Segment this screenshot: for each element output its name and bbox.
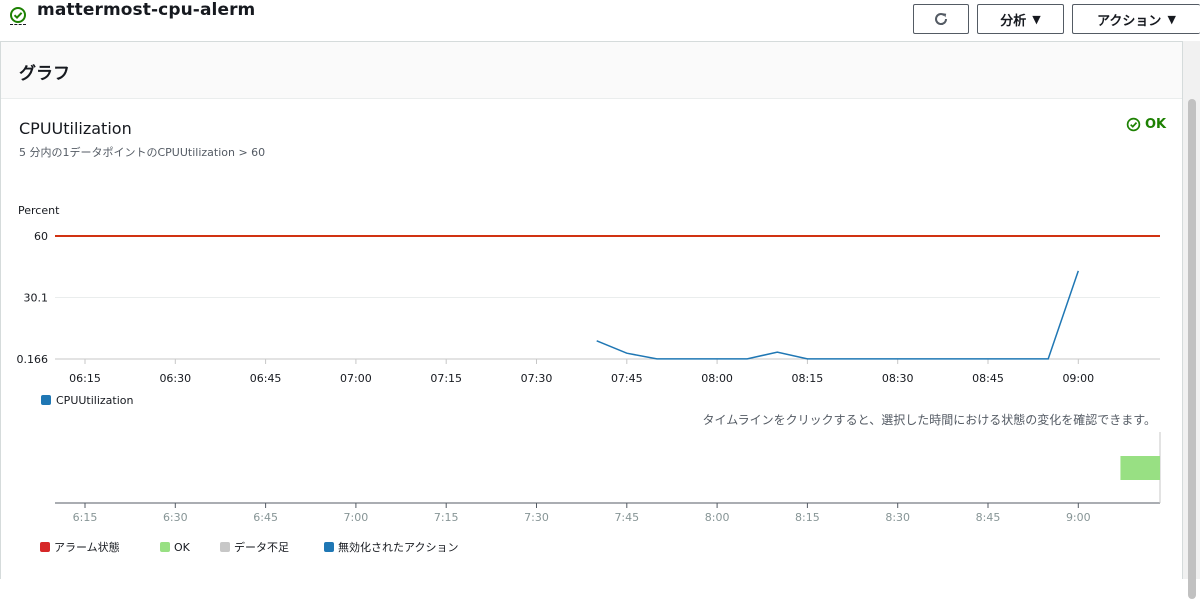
actions-label: アクション [1097,13,1162,29]
status-badge: OK [1126,117,1166,132]
analyze-label: 分析 [1000,13,1027,29]
ok-check-icon [9,6,29,26]
status-label: OK [1145,117,1167,132]
scrollbar-thumb[interactable] [1188,99,1196,599]
timeline-hint: タイムラインをクリックすると、選択した時間における状態の変化を確認できます。 [702,413,1156,427]
refresh-icon [935,13,948,25]
panel-header: グラフ [1,42,1182,99]
ok-check-icon [1126,117,1141,132]
refresh-button[interactable] [913,4,969,34]
alarm-name: mattermost-cpu-alerm [37,0,256,20]
metric-description: 5 分内の1データポイントのCPUUtilization > 60 [19,146,266,159]
graph-panel: グラフ [0,41,1183,579]
top-bar: mattermost-cpu-alerm 分析 ▼ アクション ▼ [0,0,1200,40]
caret-down-icon: ▼ [1032,12,1041,26]
actions-button[interactable]: アクション ▼ [1072,4,1200,34]
caret-down-icon: ▼ [1167,12,1176,26]
analyze-button[interactable]: 分析 ▼ [977,4,1064,34]
metric-title: CPUUtilization [19,119,132,138]
scrollbar[interactable] [1183,41,1200,599]
panel-title: グラフ [19,64,70,84]
